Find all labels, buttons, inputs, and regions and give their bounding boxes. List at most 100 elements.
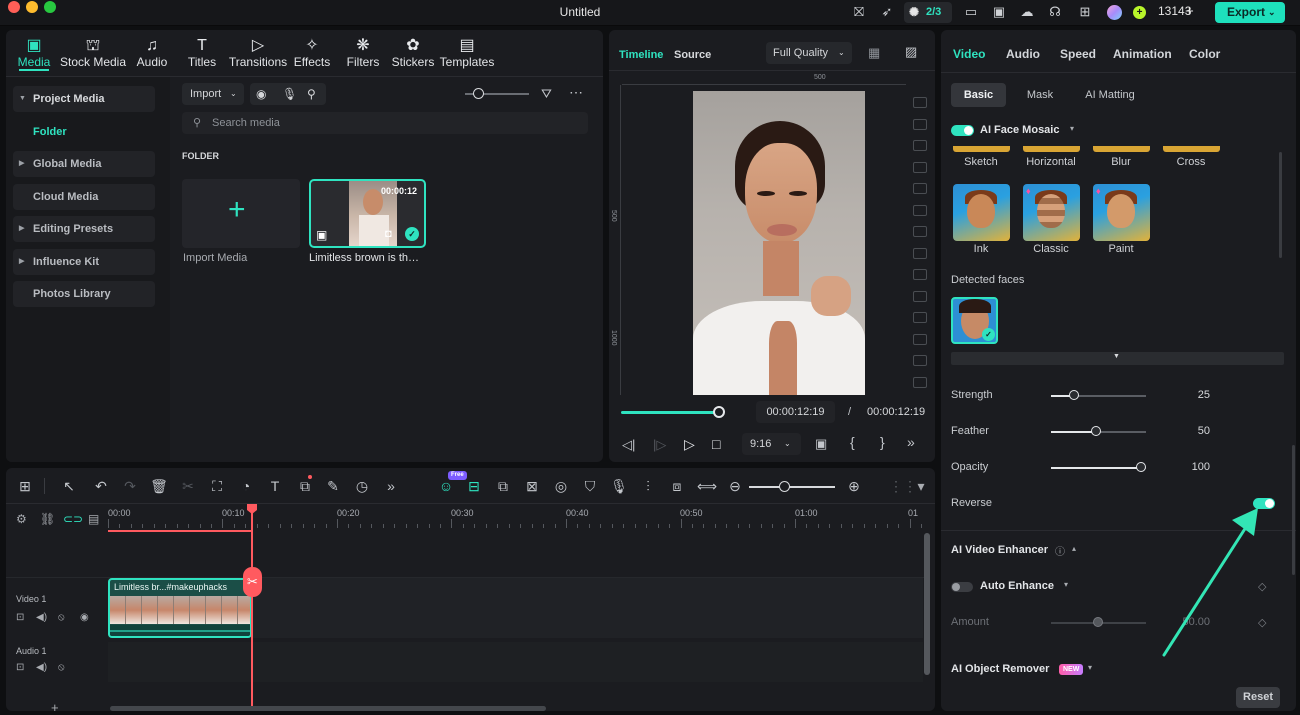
mute-track-icon[interactable]: ⦸ [58, 612, 65, 623]
import-dropdown[interactable]: Import ⌄ [182, 83, 244, 105]
sidebar-item-global-media[interactable]: ▶ Global Media [13, 151, 155, 177]
auto-enhance-toggle[interactable] [951, 582, 973, 592]
magnet-link-icon[interactable]: ⊂⊃ [63, 512, 83, 526]
more-controls-icon[interactable]: » [907, 434, 915, 450]
gift-icon[interactable]: ⛝ [850, 4, 868, 20]
lock-icon[interactable]: ⊡ [16, 662, 24, 673]
inspector-scrollbar[interactable] [1292, 445, 1295, 575]
sidebar-item-folder[interactable]: Folder [13, 119, 155, 145]
cloud-upload-icon[interactable]: ☁ [1018, 4, 1036, 20]
save-icon[interactable]: ▣ [990, 4, 1008, 20]
sidebar-item-photos-library[interactable]: Photos Library [13, 281, 155, 307]
chevron-down-icon[interactable]: ▾ [1070, 124, 1074, 133]
help-icon[interactable]: ⓘ [1055, 543, 1065, 558]
voice-icon[interactable]: ⚲ [307, 83, 316, 105]
render-icon[interactable]: ⧈ [668, 478, 686, 494]
lock-icon[interactable]: ⊡ [16, 612, 24, 623]
export-button[interactable]: Export ⌄ [1215, 2, 1285, 23]
next-frame-icon[interactable]: |▷ [653, 437, 666, 453]
cut-icon[interactable]: ✂ [179, 478, 197, 494]
timeline-zoom-slider[interactable] [749, 486, 835, 488]
mosaic-style-horizontal[interactable]: Horizontal [1016, 156, 1086, 168]
subtab-basic[interactable]: Basic [951, 83, 1006, 107]
task-progress-badge[interactable]: ✺ 2/3 [904, 2, 952, 23]
text-icon[interactable]: T [266, 478, 284, 494]
avatar[interactable] [1107, 5, 1122, 20]
record-icon[interactable]: ◉ [256, 83, 266, 105]
apps-grid-icon[interactable]: ⊞ [1076, 4, 1094, 20]
expand-faces-button[interactable]: ▼ [951, 352, 1284, 365]
fullscreen-preview-icon[interactable]: ▣ [815, 436, 827, 452]
tab-titles[interactable]: T Titles [185, 37, 219, 69]
mark-in-icon[interactable]: { [850, 434, 855, 450]
timer-icon[interactable]: ◷ [353, 478, 371, 494]
tab-media[interactable]: ▣ Media [15, 37, 53, 69]
shield-icon[interactable]: ⛉ [581, 478, 599, 494]
amount-knob[interactable] [1093, 617, 1103, 627]
inspector-tab-video[interactable]: Video [953, 47, 985, 61]
tab-templates[interactable]: ▤ Templates [438, 37, 496, 69]
tab-effects[interactable]: ✧ Effects [292, 37, 332, 69]
scene-detect-icon[interactable]: ⊠ [523, 478, 541, 494]
playback-scrubber[interactable] [713, 406, 725, 418]
track-height-icon[interactable]: ⋮⋮ [889, 478, 917, 494]
delete-icon[interactable]: 🗑 [150, 478, 168, 494]
speed-icon[interactable]: ◔ [237, 478, 255, 494]
stop-icon[interactable]: □ [712, 436, 720, 452]
inspector-tab-speed[interactable]: Speed [1060, 47, 1096, 61]
opacity-knob[interactable] [1136, 462, 1146, 472]
thumbnail-size-knob[interactable] [473, 88, 484, 99]
more-options-icon[interactable]: ⋯ [569, 84, 584, 101]
zoom-out-icon[interactable]: ⊖ [726, 478, 744, 494]
undo-icon[interactable]: ↶ [92, 478, 110, 494]
redo-icon[interactable]: ↷ [121, 478, 139, 494]
mosaic-style-blur[interactable]: Blur [1086, 156, 1156, 168]
subtab-mask[interactable]: Mask [1015, 83, 1065, 107]
tab-stickers[interactable]: ✿ Stickers [390, 37, 436, 69]
grid-view-icon[interactable]: ▦ [868, 45, 880, 61]
tab-timeline[interactable]: Timeline [619, 49, 663, 61]
mosaic-style-thumb-paint[interactable]: ♦ [1093, 184, 1150, 241]
timeline-settings-icon[interactable]: ⚙ [16, 512, 27, 526]
detected-face-thumb[interactable]: ✓ [951, 297, 998, 344]
auto-reframe-icon[interactable]: ⊟ [465, 478, 483, 494]
chevron-up-icon[interactable]: ▴ [1072, 544, 1076, 553]
tab-stock-media[interactable]: ⛫ Stock Media [59, 37, 127, 69]
sidebar-item-cloud-media[interactable]: Cloud Media [13, 184, 155, 210]
strength-knob[interactable] [1069, 390, 1079, 400]
more-tools-icon[interactable]: » [382, 478, 400, 494]
aspect-dropdown[interactable]: 9:16 ⌄ [742, 433, 801, 455]
import-media-tile[interactable]: + [182, 179, 300, 248]
face-mosaic-toggle[interactable] [951, 125, 974, 136]
tab-filters[interactable]: ❋ Filters [344, 37, 382, 69]
styles-scrollbar[interactable] [1279, 152, 1282, 258]
sidebar-item-project-media[interactable]: ▼ Project Media [13, 86, 155, 112]
tab-audio[interactable]: ♫ Audio [133, 37, 171, 69]
crop-icon[interactable]: ⛶ [208, 478, 226, 494]
inspector-tab-color[interactable]: Color [1189, 47, 1220, 61]
reset-button[interactable]: Reset [1236, 687, 1280, 708]
eye-icon[interactable]: ◉ [80, 612, 89, 623]
record-voice-icon[interactable]: 🎙 [610, 478, 628, 494]
split-scissors-icon[interactable]: ✂ [243, 567, 262, 597]
send-icon[interactable]: ➶ [878, 4, 896, 20]
timeline-zoom-knob[interactable] [779, 481, 790, 492]
audio-mixer-icon[interactable]: ⫶ [639, 478, 657, 494]
current-time[interactable]: 00:00:12:19 [756, 401, 835, 423]
monitor-icon[interactable]: ▭ [962, 4, 980, 20]
add-credits-button[interactable]: + [1185, 3, 1194, 20]
mosaic-style-thumb-ink[interactable] [953, 184, 1010, 241]
draw-icon[interactable]: ✎ [324, 478, 342, 494]
playhead[interactable] [251, 504, 253, 711]
mute-track-icon[interactable]: ⦸ [58, 662, 65, 673]
layout-icon[interactable]: ⊞ [16, 478, 34, 494]
mosaic-style-thumb-classic[interactable]: ♦ [1023, 184, 1080, 241]
search-input[interactable]: Search media [182, 112, 588, 134]
subtab-ai-matting[interactable]: AI Matting [1070, 83, 1150, 107]
ai-tools-icon[interactable]: ⧉ [296, 478, 314, 494]
add-track-icon[interactable]: + [51, 700, 59, 715]
mosaic-style-cross[interactable]: Cross [1156, 156, 1226, 168]
inspector-tab-audio[interactable]: Audio [1006, 47, 1040, 61]
select-tool-icon[interactable]: ↖ [60, 478, 78, 494]
zoom-in-icon[interactable]: ⊕ [845, 478, 863, 494]
